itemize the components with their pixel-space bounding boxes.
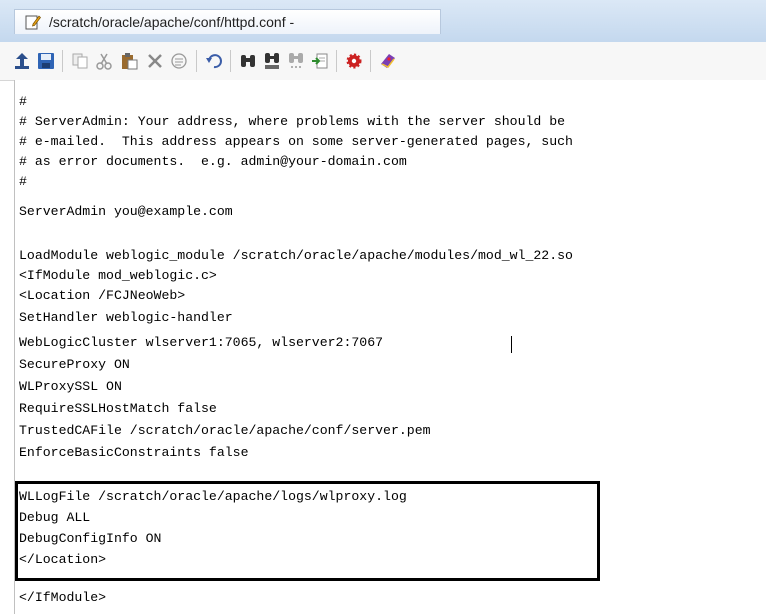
toolbar-separator	[370, 50, 371, 72]
window-tab[interactable]: /scratch/oracle/apache/conf/httpd.conf -	[14, 9, 441, 34]
scissors-icon	[96, 53, 112, 70]
code-line: TrustedCAFile /scratch/oracle/apache/con…	[19, 423, 431, 438]
select-all-button[interactable]	[169, 51, 189, 71]
paste-button[interactable]	[119, 51, 139, 71]
goto-page-icon	[312, 53, 328, 69]
floppy-disk-icon	[38, 53, 54, 69]
settings-button[interactable]	[344, 51, 364, 71]
code-line: LoadModule weblogic_module /scratch/orac…	[19, 248, 573, 263]
code-line: <Location /FCJNeoWeb>	[19, 288, 186, 303]
highlight-box	[15, 481, 600, 581]
code-line: # e-mailed. This address appears on some…	[19, 134, 573, 149]
code-line: </IfModule>	[19, 590, 107, 605]
x-icon	[148, 54, 162, 68]
undo-button[interactable]	[204, 51, 224, 71]
code-line: RequireSSLHostMatch false	[19, 401, 217, 416]
find-next-button[interactable]	[286, 51, 306, 71]
find-replace-icon	[265, 53, 279, 69]
title-bar: /scratch/oracle/apache/conf/httpd.conf -	[0, 0, 766, 42]
toolbar	[0, 42, 766, 81]
upload-button[interactable]	[12, 51, 32, 71]
text-editor[interactable]: # # ServerAdmin: Your address, where pro…	[14, 80, 766, 614]
book-icon	[381, 54, 395, 68]
code-line: #	[19, 174, 27, 189]
code-line: WLProxySSL ON	[19, 379, 122, 394]
upload-icon	[15, 53, 29, 69]
code-line: SetHandler weblogic-handler	[19, 310, 233, 325]
edit-document-icon	[25, 14, 41, 30]
goto-button[interactable]	[310, 51, 330, 71]
toolbar-separator	[230, 50, 231, 72]
cut-button[interactable]	[94, 51, 114, 71]
gear-icon	[346, 53, 362, 69]
save-button[interactable]	[36, 51, 56, 71]
window-title: /scratch/oracle/apache/conf/httpd.conf -	[49, 14, 295, 30]
binoculars-icon	[241, 55, 255, 67]
toolbar-separator	[196, 50, 197, 72]
clipboard-icon	[122, 53, 138, 70]
code-line: # as error documents. e.g. admin@your-do…	[19, 154, 407, 169]
find-button[interactable]	[238, 51, 258, 71]
find-replace-button[interactable]	[262, 51, 282, 71]
copy-icon	[72, 53, 88, 69]
delete-button[interactable]	[145, 51, 165, 71]
code-line: <IfModule mod_weblogic.c>	[19, 268, 217, 283]
code-line: # ServerAdmin: Your address, where probl…	[19, 114, 566, 129]
find-next-icon	[289, 53, 303, 68]
text-cursor	[511, 336, 512, 353]
code-line: ServerAdmin you@example.com	[19, 204, 233, 219]
copy-button[interactable]	[70, 51, 90, 71]
help-button[interactable]	[378, 51, 398, 71]
code-line: WebLogicCluster wlserver1:7065, wlserver…	[19, 335, 384, 350]
undo-icon	[206, 54, 222, 69]
code-line: SecureProxy ON	[19, 357, 130, 372]
toolbar-separator	[62, 50, 63, 72]
code-line: #	[19, 94, 27, 109]
select-all-icon	[171, 53, 187, 69]
code-line: EnforceBasicConstraints false	[19, 445, 249, 460]
toolbar-separator	[336, 50, 337, 72]
